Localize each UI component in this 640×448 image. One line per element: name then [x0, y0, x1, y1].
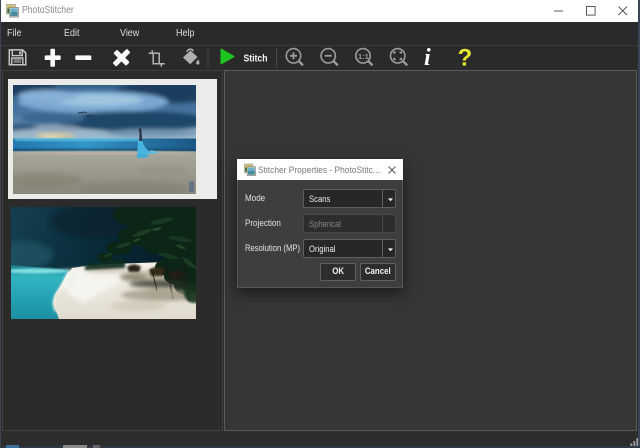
svg-text:1:1: 1:1 — [358, 52, 369, 61]
svg-text:i: i — [424, 45, 431, 70]
svg-text:Stitch: Stitch — [244, 54, 268, 65]
svg-text:?: ? — [458, 45, 473, 70]
